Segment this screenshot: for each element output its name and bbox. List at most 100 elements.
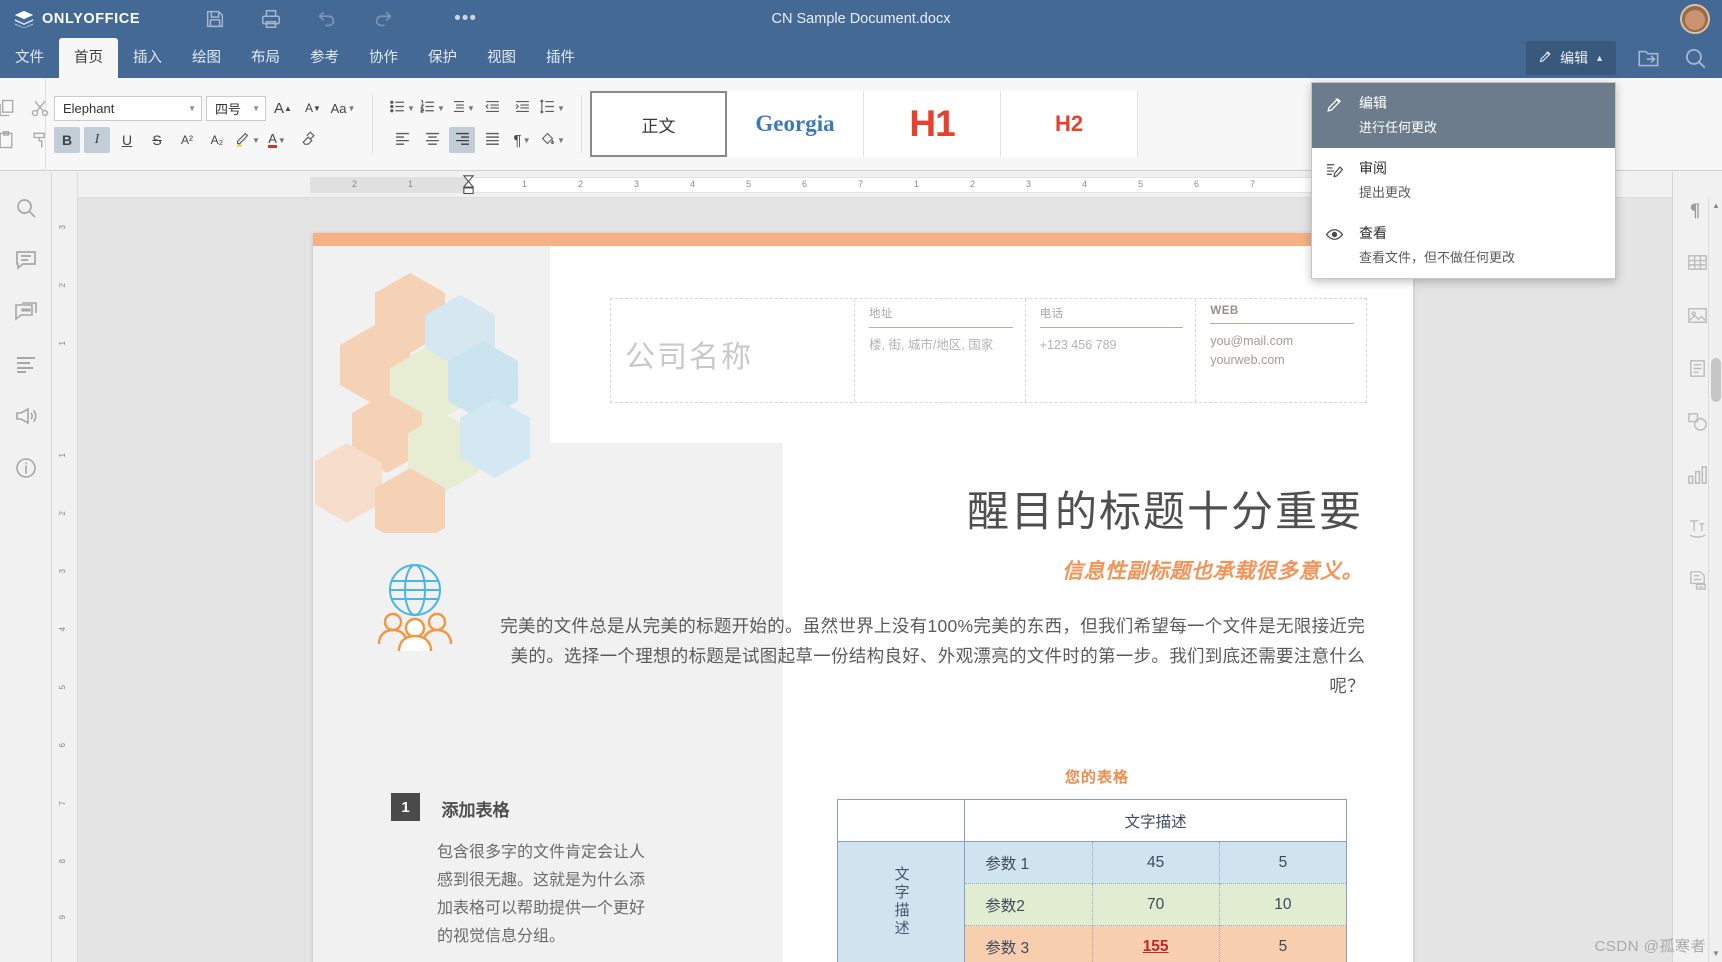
scrollbar-thumb[interactable] [1711,358,1721,402]
paste-icon[interactable] [0,130,16,150]
tab-file[interactable]: 文件 [0,38,59,78]
hruler-mark: 2 [352,179,358,189]
company-header-table[interactable]: 公司名称 地址 楼, 街, 城市/地区, 国家 电话 +123 456 789 … [610,298,1367,403]
open-file-location-icon[interactable] [1636,45,1662,71]
document-page[interactable]: 公司名称 地址 楼, 街, 城市/地区, 国家 电话 +123 456 789 … [313,233,1413,962]
comment-icon[interactable] [14,248,38,272]
copy-icon[interactable] [0,98,16,118]
indent-marker-icon[interactable] [462,174,475,196]
undo-icon[interactable] [316,8,338,30]
tab-home[interactable]: 首页 [59,38,118,78]
redo-icon[interactable] [372,8,394,30]
hruler-mark: 6 [802,179,808,189]
style-h1[interactable]: H1 [864,91,1001,157]
textbox-icon[interactable] [1686,357,1709,380]
decrease-font-size-button[interactable]: A ▼ [300,95,326,121]
align-right-button[interactable] [449,127,475,153]
style-h1-label: H1 [909,103,955,144]
show-formatting-marks-button[interactable]: ¶ ▼ [509,127,535,153]
hruler-mark: 3 [1026,179,1032,189]
style-georgia[interactable]: Georgia [727,91,864,157]
justify-button[interactable] [479,127,505,153]
underline-button[interactable]: U [114,127,140,153]
table-row-header-cell: 文字描述 [836,841,966,962]
vertical-ruler[interactable]: 3 2 1 1 2 3 4 5 6 7 8 9 [52,172,78,962]
line-spacing-button[interactable]: ▼ [539,95,565,121]
print-icon[interactable] [260,8,282,30]
dropdown-item-view[interactable]: 查看 查看文件，但不做任何更改 [1312,213,1615,278]
numbered-list-button[interactable]: ▼ [419,95,445,121]
table-row[interactable]: 文字描述 参数 1 45 5 [836,841,1348,962]
chart-icon[interactable] [1686,463,1709,486]
shading-button[interactable]: ▼ [539,127,565,153]
hruler-mark: 4 [690,179,696,189]
dropdown-item-edit[interactable]: 编辑 进行任何更改 [1312,83,1615,148]
highlighter-icon [234,130,251,150]
dropdown-item-review[interactable]: 审阅 提出更改 [1312,148,1615,213]
tab-plugins[interactable]: 插件 [531,38,590,78]
tab-draw[interactable]: 绘图 [177,38,236,78]
change-case-button[interactable]: Aa ▼ [330,95,356,121]
bold-button[interactable]: B [54,127,80,153]
tab-layout[interactable]: 布局 [236,38,295,78]
megaphone-icon[interactable] [14,404,38,428]
scroll-up-arrow-icon[interactable]: ▲ [1711,201,1721,211]
font-color-button[interactable]: A ▼ [264,127,290,153]
style-normal[interactable]: 正文 [590,91,727,157]
phone-label: 电话 [1039,308,1064,320]
search-icon[interactable] [14,196,38,220]
tab-view[interactable]: 视图 [472,38,531,78]
tab-protection[interactable]: 保护 [413,38,472,78]
company-name-cell: 公司名称 [611,299,855,402]
table-icon[interactable] [1686,251,1709,274]
image-icon[interactable] [1686,304,1709,327]
info-icon[interactable] [14,456,38,480]
paragraph-mark-icon[interactable]: ¶ [1686,198,1709,221]
header-footer-icon[interactable] [1686,569,1709,592]
clear-style-button[interactable] [294,127,320,153]
eye-icon [1325,223,1347,266]
hruler-mark: 4 [1082,179,1088,189]
decrease-indent-button[interactable] [479,95,505,121]
align-center-button[interactable] [419,127,445,153]
strikethrough-button[interactable]: S [144,127,170,153]
document-canvas[interactable]: 公司名称 地址 楼, 街, 城市/地区, 国家 电话 +123 456 789 … [78,198,1672,962]
superscript-button[interactable]: A² [174,127,200,153]
subscript-label: A₂ [210,133,224,147]
font-row-1: Elephant ▼ 四号 ▼ A ▲ A ▼ Aa ▼ [54,92,356,124]
bullet-list-button[interactable]: ▼ [389,95,415,121]
cut-icon[interactable] [30,98,50,118]
section-body: 包含很多字的文件肯定会让人感到很无趣。这就是为什么添加表格可以帮助提供一个更好的… [437,844,646,945]
font-family-select[interactable]: Elephant ▼ [54,95,202,121]
headings-icon[interactable] [14,352,38,376]
section-title: 添加表格 [441,801,510,820]
increase-indent-button[interactable] [509,95,535,121]
vertical-scrollbar[interactable]: ▲ ▼ [1708,198,1722,962]
scroll-down-arrow-icon[interactable]: ▼ [1711,949,1721,959]
data-table-block[interactable]: 您的表格 文字描述 文字描述 参数 1 45 5 参数2 70 10 参数 3 … [836,766,1357,962]
italic-button[interactable]: I [84,127,110,153]
search-icon[interactable] [1682,45,1708,71]
subscript-button[interactable]: A₂ [204,127,230,153]
edit-mode-button[interactable]: 编辑 ▲ [1526,41,1616,75]
highlight-color-button[interactable]: ▼ [234,127,260,153]
text-art-icon[interactable] [1686,516,1709,539]
hruler-mark: 7 [858,179,864,189]
shapes-icon[interactable] [1686,410,1709,433]
chat-icon[interactable] [14,300,38,324]
document-body-paragraph: 完美的文件总是从完美的标题开始的。虽然世界上没有100%完美的东西，但我们希望每… [500,616,1365,697]
multilevel-list-button[interactable]: ▼ [449,95,475,121]
save-icon[interactable] [204,8,226,30]
font-size-select[interactable]: 四号 ▼ [206,95,266,121]
increase-font-size-button[interactable]: A ▲ [270,95,296,121]
tab-references[interactable]: 参考 [295,38,354,78]
format-painter-icon[interactable] [30,130,50,150]
style-h2[interactable]: H2 [1001,91,1138,157]
divider [1039,327,1184,328]
align-left-button[interactable] [389,127,415,153]
data-table[interactable]: 文字描述 文字描述 参数 1 45 5 参数2 70 10 参数 3 155 5 [836,799,1348,962]
tab-collaboration[interactable]: 协作 [354,38,413,78]
more-options-icon[interactable]: ••• [454,8,477,30]
tab-insert[interactable]: 插入 [118,38,177,78]
avatar[interactable] [1680,4,1710,34]
